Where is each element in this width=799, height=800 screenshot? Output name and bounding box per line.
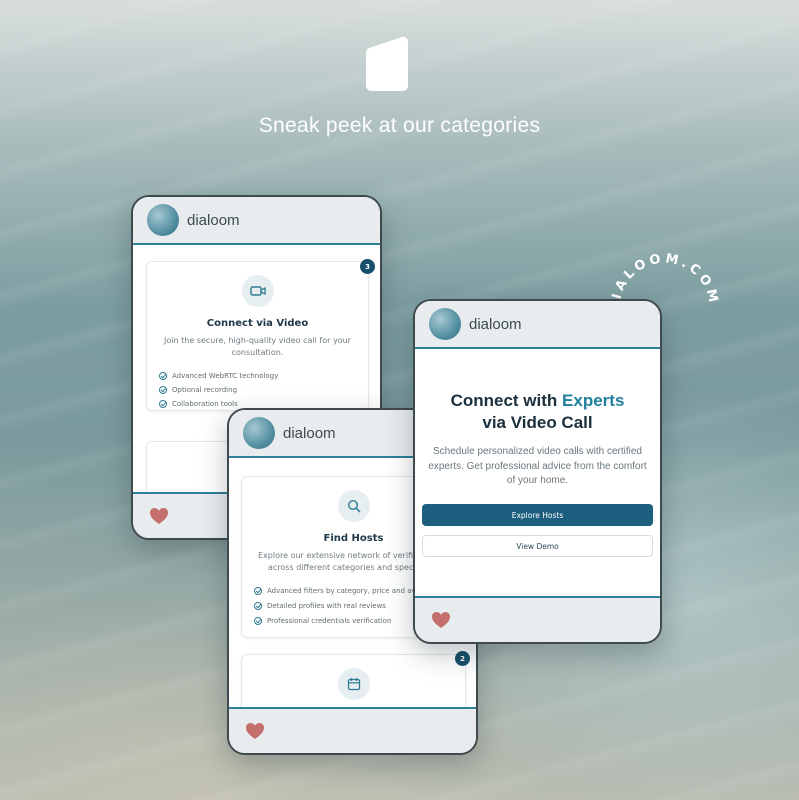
brand-avatar <box>147 204 179 236</box>
video-camera-icon <box>242 275 274 307</box>
search-icon <box>338 490 370 522</box>
heart-icon[interactable] <box>149 507 169 525</box>
brand-avatar <box>429 308 461 340</box>
view-demo-button[interactable]: View Demo <box>422 535 653 557</box>
card-description: Join the secure, high-quality video call… <box>164 336 351 357</box>
check-icon <box>254 602 262 610</box>
tagline: Sneak peek at our categories <box>258 114 541 137</box>
brand-name: dialoom <box>469 315 522 333</box>
app-footer <box>229 707 476 753</box>
app-header: dialoom <box>415 301 660 349</box>
feature-item: Collaboration tools <box>159 400 238 408</box>
explore-hosts-button[interactable]: Explore Hosts <box>422 504 653 526</box>
video-category-card[interactable]: 3 Connect via Video Join the secure, hig… <box>146 259 375 411</box>
schedule-card[interactable]: 2 <box>241 651 470 714</box>
hero-title-part1: Connect with <box>450 391 558 410</box>
feature-item: Optional recording <box>159 386 237 394</box>
check-icon <box>159 386 167 394</box>
count-badge: 3 <box>360 259 375 274</box>
calendar-icon <box>338 668 370 700</box>
hero-title: Connect with Experts via Video Call <box>415 390 660 434</box>
feature-item: Professional credentials verification <box>254 617 391 625</box>
feature-item: Detailed profiles with real reviews <box>254 602 386 610</box>
check-icon <box>159 400 167 408</box>
heart-icon[interactable] <box>431 611 451 629</box>
phone-hero-card: dialoom Connect with Experts via Video C… <box>413 299 662 644</box>
brand-name: dialoom <box>283 424 336 442</box>
brand-name: dialoom <box>187 211 240 229</box>
heart-icon[interactable] <box>245 722 265 740</box>
brand-avatar <box>243 417 275 449</box>
check-icon <box>159 372 167 380</box>
dialoom-logo-icon <box>366 36 408 91</box>
card-title: Connect via Video <box>206 318 309 329</box>
check-icon <box>254 617 262 625</box>
feature-item: Advanced filters by category, price and … <box>254 587 420 595</box>
app-footer <box>415 596 660 642</box>
feature-item: Advanced WebRTC technology <box>159 372 278 380</box>
check-icon <box>254 587 262 595</box>
hero-title-accent: Experts <box>562 391 625 410</box>
hero-title-line2: via Video Call <box>482 413 593 432</box>
count-badge: 2 <box>455 651 470 666</box>
hero-description: Schedule personalized video calls with c… <box>428 446 647 486</box>
app-header: dialoom <box>133 197 380 245</box>
